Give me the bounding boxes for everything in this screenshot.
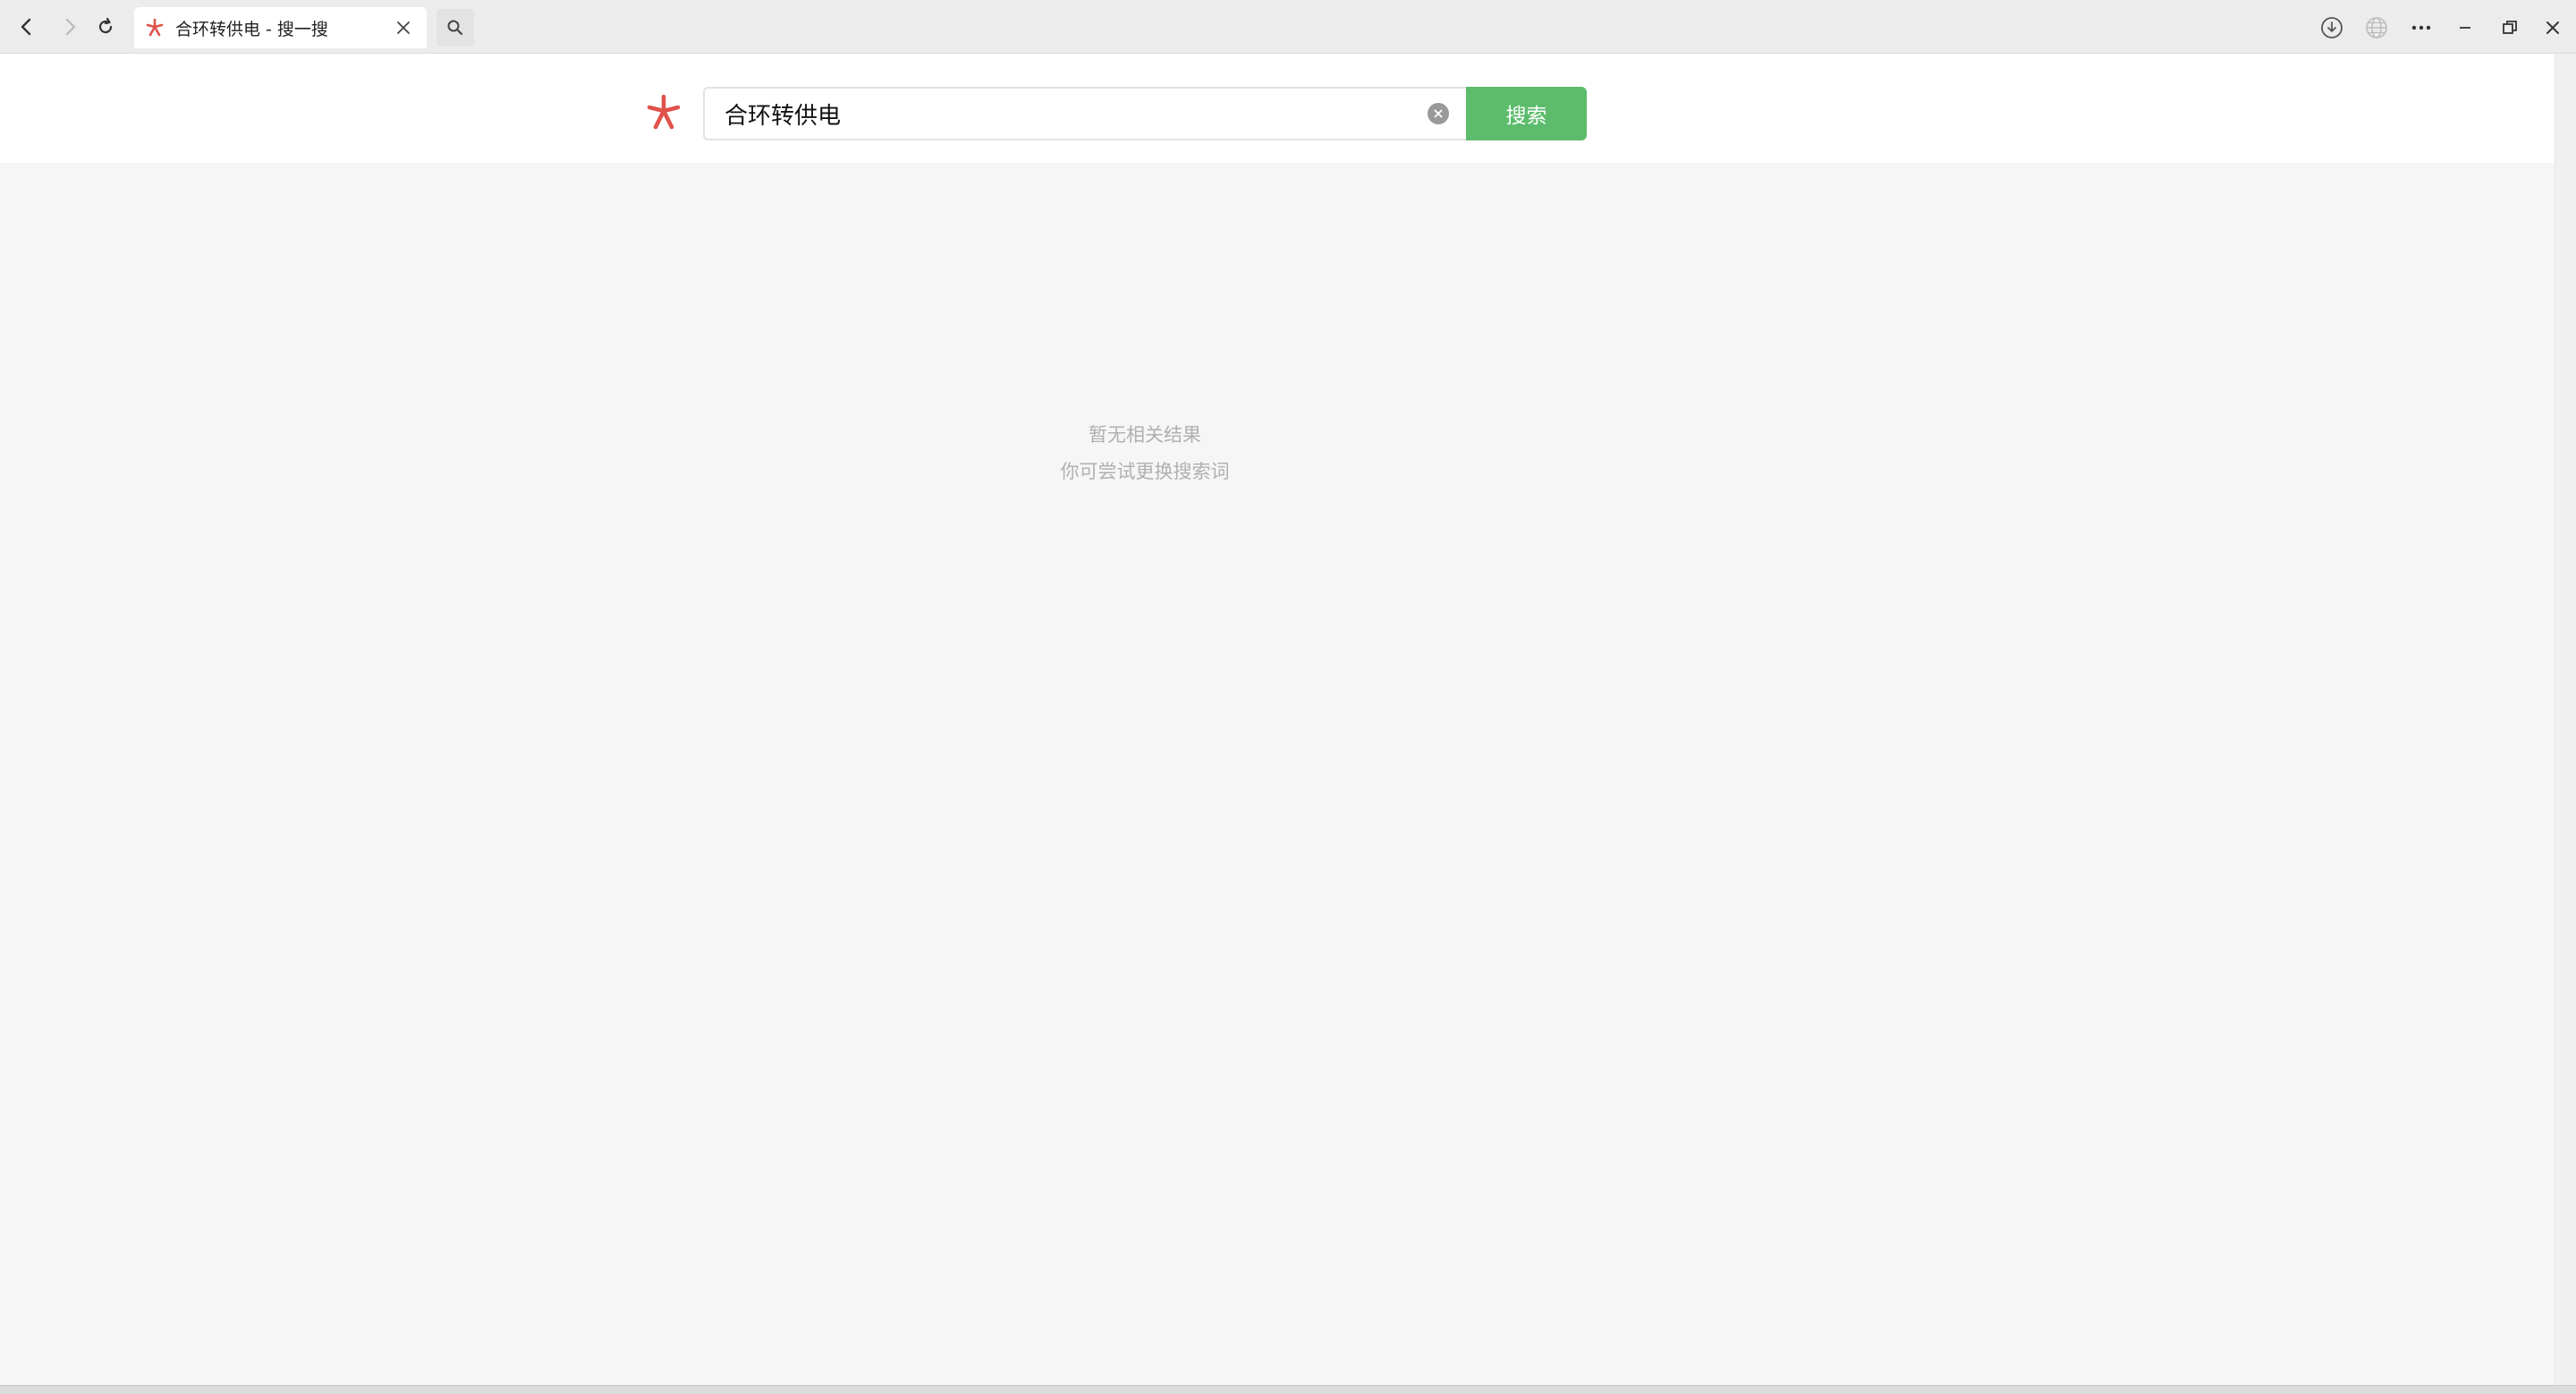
restore-icon [2503, 21, 2517, 34]
window-bottom-edge [0, 1385, 2576, 1394]
close-icon [397, 21, 410, 34]
forward-button[interactable] [52, 9, 88, 45]
sogou-logo-icon[interactable] [644, 93, 683, 132]
page-scrollbar[interactable] [2555, 54, 2576, 1385]
reload-button[interactable] [88, 9, 123, 45]
close-icon [2546, 21, 2559, 34]
empty-results-hint: 你可尝试更换搜索词 [1060, 461, 1230, 482]
minimize-button[interactable] [2446, 9, 2484, 47]
more-button[interactable] [2402, 9, 2440, 47]
clear-icon [1434, 109, 1443, 118]
search-button[interactable]: 搜索 [1466, 87, 1587, 140]
search-box [703, 87, 1467, 140]
browser-tab[interactable]: 合环转供电 - 搜一搜 [134, 7, 427, 48]
sogou-star-icon [146, 18, 164, 37]
reload-icon [98, 17, 113, 34]
close-window-button[interactable] [2534, 9, 2572, 47]
back-arrow-icon [21, 18, 31, 36]
tab-title: 合环转供电 - 搜一搜 [175, 19, 328, 39]
tab-search-button[interactable] [436, 9, 474, 47]
minimize-icon [2460, 27, 2470, 29]
browser-toolbar: 合环转供电 - 搜一搜 [0, 0, 2576, 54]
forward-arrow-icon [65, 18, 76, 36]
clear-search-button[interactable] [1428, 103, 1449, 124]
back-button[interactable] [9, 9, 45, 45]
download-button[interactable] [2313, 9, 2351, 47]
search-input[interactable] [705, 88, 1428, 140]
globe-button[interactable] [2358, 9, 2395, 47]
globe-icon [2366, 17, 2387, 38]
download-icon [2321, 17, 2343, 38]
restore-button[interactable] [2491, 9, 2529, 47]
empty-results-title: 暂无相关结果 [1089, 424, 1201, 446]
more-icon [2411, 25, 2431, 30]
tab-close-button[interactable] [391, 15, 416, 40]
search-icon [447, 20, 463, 36]
